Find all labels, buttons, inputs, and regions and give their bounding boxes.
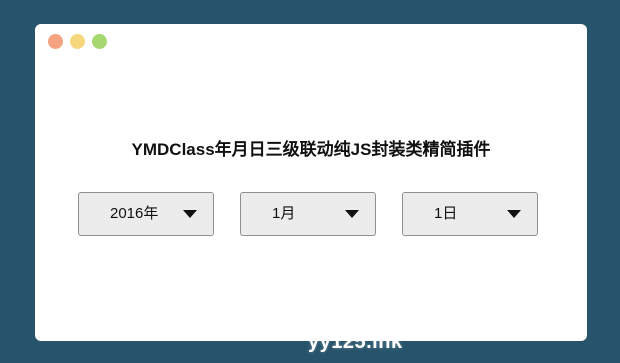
chevron-down-icon bbox=[183, 210, 197, 218]
chevron-down-icon bbox=[507, 210, 521, 218]
minimize-window-button[interactable] bbox=[70, 34, 85, 49]
window-controls bbox=[48, 34, 107, 49]
maximize-window-button[interactable] bbox=[92, 34, 107, 49]
chevron-down-icon bbox=[345, 210, 359, 218]
day-select[interactable]: 1日 bbox=[402, 192, 538, 236]
year-select-value: 2016年 bbox=[110, 205, 159, 222]
app-window: YMDClass年月日三级联动纯JS封装类精简插件 2016年 1月 1日 bbox=[35, 24, 587, 341]
day-select-value: 1日 bbox=[434, 205, 458, 222]
watermark-text: yy125.ink bbox=[308, 331, 403, 353]
page-title: YMDClass年月日三级联动纯JS封装类精简插件 bbox=[131, 140, 491, 159]
year-select[interactable]: 2016年 bbox=[78, 192, 214, 236]
month-select[interactable]: 1月 bbox=[240, 192, 376, 236]
close-window-button[interactable] bbox=[48, 34, 63, 49]
month-select-value: 1月 bbox=[272, 205, 296, 222]
